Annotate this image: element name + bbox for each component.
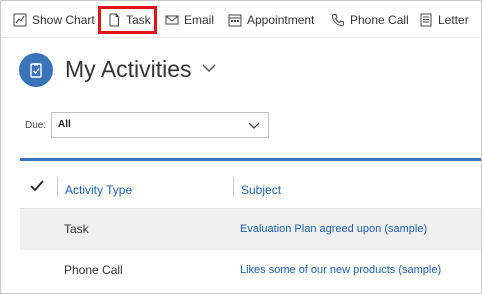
show-chart-button[interactable]: Show Chart: [13, 7, 95, 33]
show-chart-label: Show Chart: [32, 13, 95, 27]
phone-icon: [331, 13, 345, 27]
activities-grid: Activity Type Subject Task Evaluation Pl…: [20, 158, 481, 293]
column-separator: [233, 177, 234, 197]
letter-label: Letter: [438, 13, 469, 27]
chart-icon: [13, 13, 27, 27]
email-icon: [165, 13, 179, 27]
task-highlight-box: [98, 6, 157, 34]
subject-link[interactable]: Likes some of our new products (sample): [240, 264, 441, 276]
subject-link[interactable]: Evaluation Plan agreed upon (sample): [240, 223, 427, 235]
column-header-activity-type[interactable]: Activity Type: [65, 183, 132, 197]
activity-type-cell: Task: [64, 222, 89, 236]
view-selector-chevron-down-icon[interactable]: [201, 62, 217, 74]
phone-call-button[interactable]: Phone Call: [331, 7, 409, 33]
letter-button[interactable]: Letter: [419, 7, 469, 33]
activities-window: Show Chart Task Email Appointment Phone …: [0, 0, 482, 294]
column-separator: [57, 177, 58, 197]
command-bar: Show Chart Task Email Appointment Phone …: [1, 1, 481, 38]
table-row[interactable]: Phone Call Likes some of our new product…: [20, 250, 481, 291]
select-all-checkmark-icon[interactable]: [30, 180, 44, 192]
calendar-icon: [228, 13, 242, 27]
due-filter-select[interactable]: All: [51, 112, 269, 138]
activity-type-cell: Phone Call: [64, 263, 123, 277]
phone-call-label: Phone Call: [350, 13, 409, 27]
grid-header: Activity Type Subject: [20, 161, 481, 209]
activity-icon: [19, 53, 53, 87]
page-title: My Activities: [65, 56, 192, 82]
column-header-subject[interactable]: Subject: [241, 183, 281, 197]
due-filter-value: All: [58, 119, 71, 130]
table-row[interactable]: Task Evaluation Plan agreed upon (sample…: [20, 209, 481, 250]
appointment-button[interactable]: Appointment: [228, 7, 314, 33]
due-filter-label: Due:: [25, 120, 47, 131]
email-button[interactable]: Email: [165, 7, 214, 33]
appointment-label: Appointment: [247, 13, 315, 27]
chevron-down-icon: [248, 122, 260, 129]
email-label: Email: [184, 13, 215, 27]
letter-icon: [419, 13, 433, 27]
